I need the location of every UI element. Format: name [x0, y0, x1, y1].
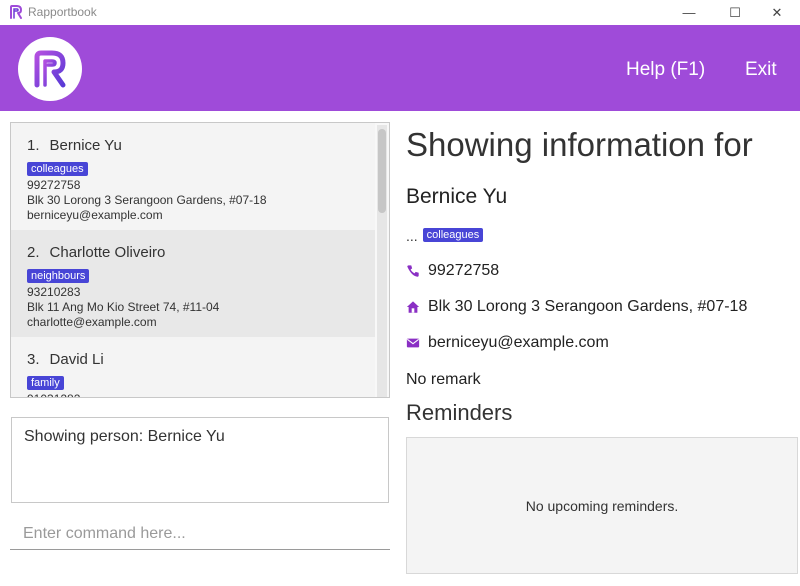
person-index: 1. [27, 137, 40, 154]
title-bar: Rapportbook — ☐ ✕ [0, 0, 800, 25]
phone-icon [407, 265, 419, 277]
reminders-heading: Reminders [406, 400, 513, 425]
logo-r-icon [34, 50, 66, 88]
home-icon [406, 301, 420, 313]
person-address: Blk 30 Lorong 3 Serangoon Gardens, #07-1… [27, 193, 267, 207]
app-logo-icon [10, 5, 22, 19]
details-name: Bernice Yu [406, 185, 508, 208]
person-email: charlotte@example.com [27, 315, 157, 329]
scrollbar-thumb[interactable] [378, 129, 386, 213]
person-card[interactable]: 2. Charlotte Oliveiro neighbours 9321028… [11, 230, 375, 337]
person-name: Bernice Yu [49, 137, 122, 154]
person-address: Blk 11 Ang Mo Kio Street 74, #11-04 [27, 300, 220, 314]
details-email-row: berniceyu@example.com [406, 334, 609, 352]
person-card[interactable]: 1. Bernice Yu colleagues 99272758 Blk 30… [11, 123, 375, 230]
person-name-row: 2. Charlotte Oliveiro [27, 244, 375, 261]
window-title: Rapportbook [28, 5, 97, 19]
details-remark: No remark [406, 371, 481, 388]
person-list[interactable]: 1. Bernice Yu colleagues 99272758 Blk 30… [10, 122, 390, 398]
reminders-list: No upcoming reminders. [406, 437, 798, 574]
command-input[interactable] [10, 518, 390, 550]
envelope-icon [406, 338, 420, 348]
minimize-button[interactable]: — [666, 0, 712, 25]
details-address-row: Blk 30 Lorong 3 Serangoon Gardens, #07-1… [406, 298, 747, 316]
person-phone: 99272758 [27, 178, 81, 192]
person-name-row: 1. Bernice Yu [27, 137, 375, 154]
details-email: berniceyu@example.com [428, 334, 609, 351]
person-phone: 93210283 [27, 285, 81, 299]
tag-prefix: ... [406, 228, 418, 244]
details-heading: Showing information for [406, 126, 753, 163]
reminders-empty-text: No upcoming reminders. [525, 497, 679, 514]
tag-badge: colleagues [422, 228, 484, 242]
person-index: 2. [27, 244, 40, 261]
header-bar: Help (F1) Exit [0, 25, 800, 111]
close-button[interactable]: ✕ [754, 0, 800, 25]
details-tag-row: ... colleagues [406, 228, 484, 244]
result-display: Showing person: Bernice Yu [11, 417, 389, 503]
person-phone: 91031282 [27, 392, 375, 397]
details-phone-row: 99272758 [406, 262, 499, 280]
details-phone: 99272758 [428, 262, 500, 279]
tag-badge: neighbours [27, 269, 90, 283]
details-address: Blk 30 Lorong 3 Serangoon Gardens, #07-1… [428, 298, 748, 315]
person-card[interactable]: 3. David Li family 91031282 [11, 337, 375, 397]
person-name: David Li [49, 351, 104, 368]
person-email: berniceyu@example.com [27, 208, 163, 222]
maximize-button[interactable]: ☐ [712, 0, 758, 25]
list-scrollbar[interactable] [377, 125, 387, 397]
app-logo [18, 37, 82, 101]
person-name-row: 3. David Li [27, 351, 375, 368]
person-name: Charlotte Oliveiro [49, 244, 166, 261]
tag-badge: family [27, 376, 64, 390]
person-index: 3. [27, 351, 40, 368]
tag-badge: colleagues [27, 162, 88, 176]
exit-menu[interactable]: Exit [745, 59, 777, 81]
help-menu[interactable]: Help (F1) [626, 59, 705, 81]
